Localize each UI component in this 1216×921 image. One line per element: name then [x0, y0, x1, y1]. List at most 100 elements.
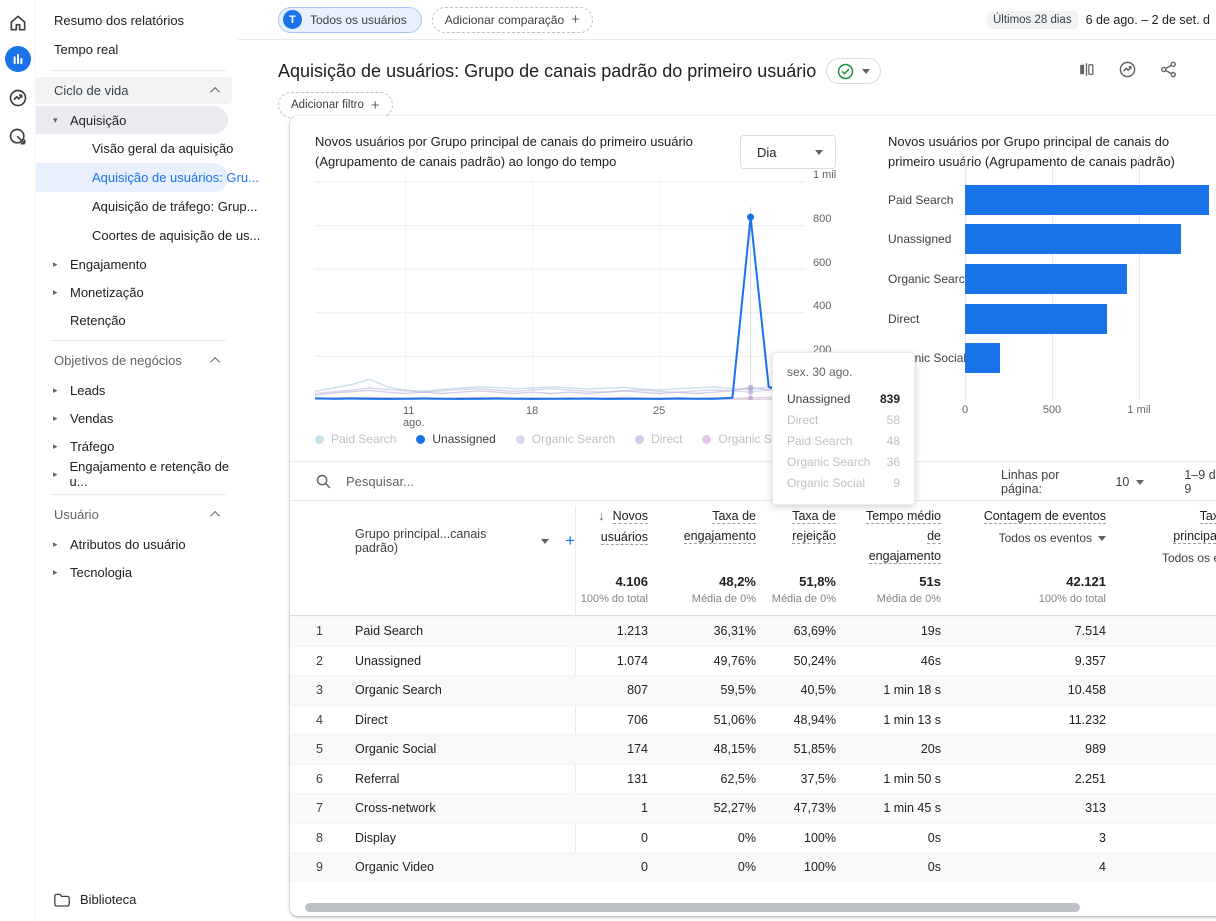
events-cell: 10.458 — [1067, 683, 1106, 698]
date-range-preset[interactable]: Últimos 28 dias — [986, 11, 1078, 29]
table-row[interactable]: 6 Referral 131 62,5% 37,5% 1 min 50 s 2.251 — [290, 763, 1216, 794]
total-time-sub: Média de 0% — [876, 593, 941, 605]
share-icon[interactable] — [1159, 60, 1178, 79]
bar[interactable] — [965, 343, 1000, 374]
sidebar-item-monetization[interactable]: ▸ Monetização — [36, 278, 238, 306]
x-tick: 11 — [403, 405, 415, 417]
column-header-event-count[interactable]: Contagem de eventos Todos os eventos — [941, 506, 1106, 568]
all-users-chip[interactable]: T Todos os usuários — [278, 6, 422, 33]
sidebar-item-cohorts[interactable]: Coortes de aquisição de us... — [36, 221, 260, 250]
column-header-engagement-rate[interactable]: Taxa de engajamento — [648, 506, 756, 568]
caret-right-icon: ▸ — [53, 468, 58, 479]
column-header-avg-engagement-time[interactable]: Tempo médio de engajamento — [836, 506, 941, 568]
table-row[interactable]: 3 Organic Search 807 59,5% 40,5% 1 min 18 s 10… — [290, 675, 1216, 705]
channel-cell[interactable]: Organic Social — [330, 742, 575, 756]
sidebar-item-leads[interactable]: ▸ Leads — [36, 376, 238, 404]
table-row[interactable]: 4 Direct 706 51,06% 48,94% 1 min 13 s 11.232 — [290, 704, 1216, 735]
sidebar-item-tech[interactable]: ▸ Tecnologia — [36, 558, 238, 586]
channel-cell[interactable]: Organic Video — [330, 860, 575, 874]
folder-icon — [54, 893, 70, 907]
channel-cell[interactable]: Display — [330, 831, 575, 845]
column-header-key-events-rate[interactable]: Taxa principais Todos os ev — [1106, 506, 1216, 568]
bar[interactable] — [965, 184, 1209, 215]
legend-item-paid-search[interactable]: Paid Search — [315, 432, 396, 446]
sidebar-item-realtime[interactable]: Tempo real — [36, 35, 238, 64]
y-tick: 400 — [813, 300, 832, 312]
channel-cell[interactable]: Paid Search — [330, 624, 575, 638]
search-input[interactable] — [346, 473, 646, 489]
tooltip-value: 48 — [886, 434, 900, 448]
caret-down-icon — [815, 149, 823, 155]
sidebar-item-user-attributes[interactable]: ▸ Atributos do usuário — [36, 530, 238, 558]
legend-item-direct[interactable]: Direct — [635, 432, 682, 446]
bar[interactable] — [965, 263, 1127, 294]
date-range-picker[interactable]: Últimos 28 dias 6 de ago. – 2 de set. d — [986, 0, 1210, 40]
advertising-icon[interactable] — [5, 124, 31, 150]
sidebar-item-acquisition[interactable]: ▾ Aquisição — [36, 106, 228, 134]
legend-item-organic-search[interactable]: Organic Search — [515, 432, 615, 446]
section-user[interactable]: Usuário — [36, 501, 232, 528]
explore-icon[interactable] — [5, 85, 31, 111]
table-row[interactable]: 8 Display 0 0% 100% 0s 3 — [290, 822, 1216, 853]
column-header-bounce-rate[interactable]: Taxa de rejeição — [756, 506, 836, 568]
table-row[interactable]: 9 Organic Video 0 0% 100% 0s 4 — [290, 852, 1216, 882]
bar[interactable] — [965, 303, 1107, 334]
row-number: 6 — [316, 771, 323, 786]
table-row[interactable]: 1 Paid Search 1.213 36,31% 63,69% 19s 7.514 — [290, 616, 1216, 646]
tooltip-row: Organic Social 9 — [787, 473, 900, 494]
legend-label: Paid Search — [331, 432, 397, 446]
events-cell: 7.514 — [1074, 624, 1106, 639]
horizontal-scrollbar[interactable] — [305, 903, 1080, 912]
channel-cell[interactable]: Unassigned — [330, 654, 575, 668]
channel-cell[interactable]: Referral — [330, 772, 575, 786]
bounce-cell: 37,5% — [800, 771, 836, 786]
granularity-select[interactable]: Dia — [740, 135, 836, 169]
table-row[interactable]: 2 Unassigned 1.074 49,76% 50,24% 46s 9.357 — [290, 645, 1216, 676]
channel-cell[interactable]: Cross-network — [330, 801, 575, 815]
line-chart[interactable] — [315, 175, 805, 400]
column-label: Tempo médio de engajamento — [865, 509, 941, 564]
column-header-users[interactable]: ↓ Novos usuários — [575, 506, 648, 568]
sidebar-item-sales[interactable]: ▸ Vendas — [36, 404, 238, 432]
sidebar-item-acquisition-overview[interactable]: Visão geral da aquisição — [36, 134, 238, 163]
sidebar-item-snapshot[interactable]: Resumo dos relatórios — [36, 6, 238, 35]
add-dimension-button[interactable]: + — [565, 531, 575, 551]
key-event-filter-select[interactable]: Todos os ev — [1150, 549, 1216, 568]
library-button[interactable]: Biblioteca — [54, 892, 136, 907]
tooltip-label: Unassigned — [787, 392, 851, 406]
time-cell: 1 min 13 s — [883, 712, 941, 727]
time-cell: 1 min 50 s — [883, 771, 941, 786]
main-content: T Todos os usuários Adicionar comparação… — [238, 0, 1216, 921]
table-row[interactable]: 7 Cross-network 1 52,27% 47,73% 1 min 45 s 313 — [290, 793, 1216, 823]
event-filter-select[interactable]: Todos os eventos — [941, 529, 1106, 548]
sidebar-item-label: Aquisição de tráfego: Grup... — [92, 199, 258, 214]
edit-comparison-icon[interactable] — [1077, 60, 1096, 79]
tooltip-row: Unassigned 839 — [787, 389, 900, 410]
home-icon[interactable] — [5, 10, 31, 36]
section-business-objectives[interactable]: Objetivos de negócios — [36, 347, 232, 374]
add-comparison-button[interactable]: Adicionar comparação + — [431, 6, 593, 33]
tooltip-label: Organic Search — [787, 455, 871, 469]
bar-chart[interactable]: Paid Search Unassigned Organic Search Di… — [888, 180, 1216, 378]
sidebar-item-traffic-acquisition[interactable]: Aquisição de tráfego: Grup... — [36, 192, 257, 221]
rows-per-page-select[interactable]: 10 — [1115, 475, 1145, 489]
channel-cell[interactable]: Direct — [330, 713, 575, 727]
legend-item-unassigned[interactable]: Unassigned — [416, 432, 496, 446]
reports-icon[interactable] — [5, 46, 31, 72]
channel-cell[interactable]: Organic Search — [330, 683, 575, 697]
sidebar-item-retention[interactable]: Retenção — [36, 306, 238, 334]
table-row[interactable]: 5 Organic Social 174 48,15% 51,85% 20s 989 — [290, 734, 1216, 764]
sidebar-item-user-acquisition[interactable]: Aquisição de usuários: Gru... — [36, 163, 259, 192]
insights-icon[interactable] — [1118, 60, 1137, 79]
sidebar-item-traffic[interactable]: ▸ Tráfego — [36, 432, 238, 460]
bar[interactable] — [965, 224, 1181, 255]
date-range-value: 6 de ago. – 2 de set. d — [1085, 13, 1210, 27]
sidebar-item-engagement[interactable]: ▸ Engajamento — [36, 250, 238, 278]
sidebar-item-engagement-retention[interactable]: ▸ Engajamento e retenção de u... — [36, 459, 238, 489]
divider — [50, 494, 226, 495]
events-cell: 989 — [1085, 742, 1106, 757]
add-filter-button[interactable]: Adicionar filtro + — [278, 92, 393, 118]
data-quality-pill[interactable] — [826, 58, 882, 84]
dimension-select[interactable]: Grupo principal...canais padrão) + — [290, 506, 575, 568]
section-lifecycle[interactable]: Ciclo de vida — [36, 77, 232, 104]
